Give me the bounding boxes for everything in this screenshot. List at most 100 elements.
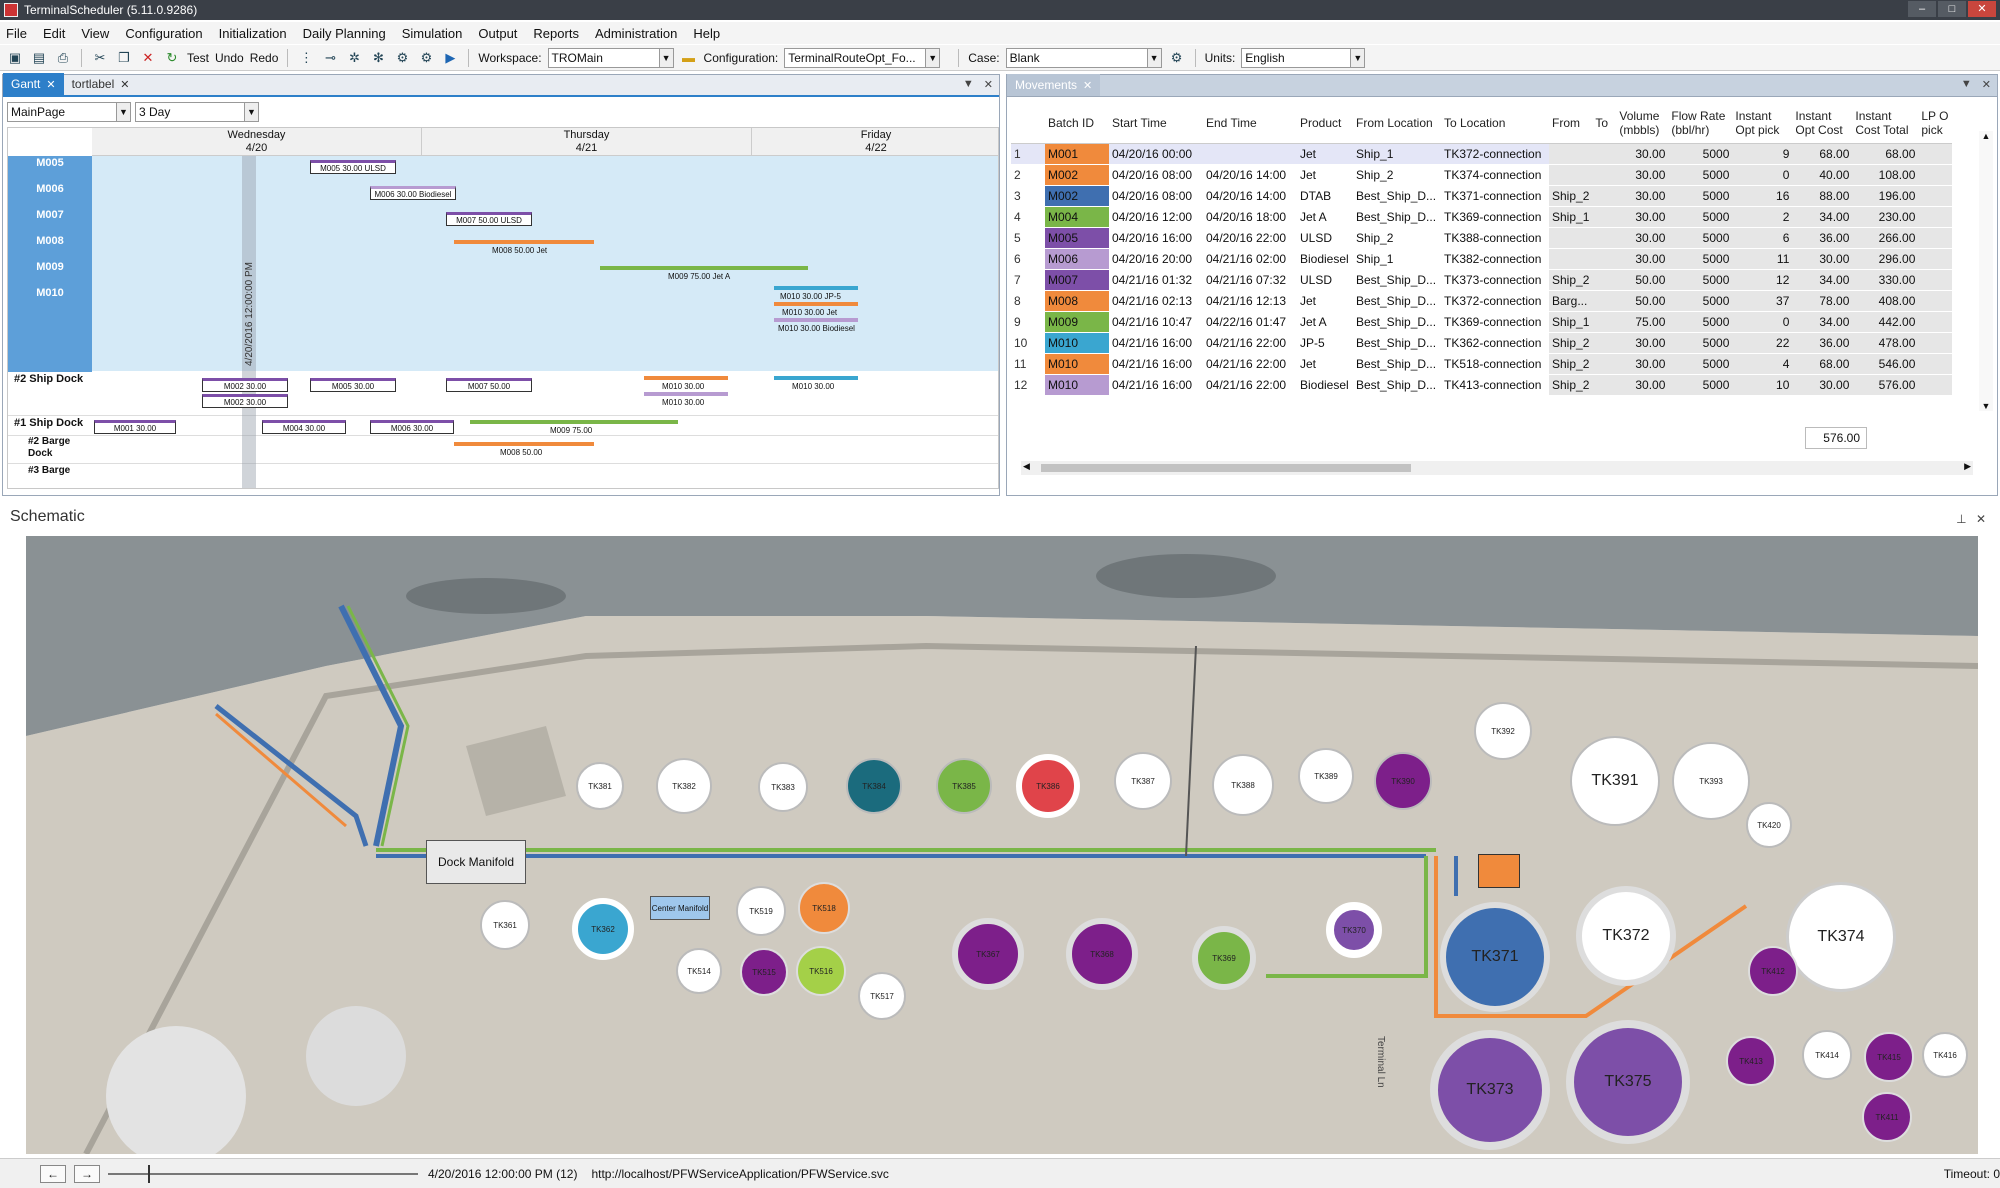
gantt-bar[interactable]: M002 30.00 (202, 394, 288, 408)
table-cell[interactable]: 37 (1732, 290, 1793, 312)
table-cell[interactable]: 266.00 (1852, 227, 1919, 249)
table-cell[interactable] (1918, 143, 1953, 165)
table-cell[interactable]: 04/20/16 16:00 (1109, 227, 1203, 249)
table-row[interactable]: 4 M004 04/20/16 12:00 04/20/16 18:00 Jet A Be… (1011, 206, 1953, 228)
chevron-left-icon[interactable]: ◀ (1023, 461, 1030, 472)
tank[interactable]: TK383 (758, 762, 808, 812)
copy-icon[interactable]: ❐ (115, 49, 133, 67)
table-cell[interactable]: Ship_2 (1549, 374, 1593, 396)
table-cell[interactable]: 50.00 (1616, 290, 1669, 312)
table-cell[interactable] (1918, 353, 1953, 375)
menu-configuration[interactable]: Configuration (125, 26, 202, 41)
redo-button[interactable]: Redo (250, 51, 279, 65)
row-label-m008[interactable]: M008 (8, 234, 92, 260)
row-label-m009[interactable]: M009 (8, 260, 92, 286)
menu-output[interactable]: Output (478, 26, 517, 41)
table-cell[interactable] (1592, 332, 1617, 354)
delete-icon[interactable]: ✕ (139, 49, 157, 67)
table-cell[interactable] (1918, 332, 1953, 354)
table-cell[interactable]: 04/21/16 22:00 (1203, 353, 1297, 375)
table-cell[interactable]: 04/20/16 20:00 (1109, 248, 1203, 270)
table-cell[interactable] (1549, 227, 1593, 249)
table-cell[interactable]: 6 (1732, 227, 1793, 249)
table-cell[interactable]: Best_Ship_D... (1353, 353, 1441, 375)
table-cell[interactable]: 330.00 (1852, 269, 1919, 291)
table-cell[interactable] (1592, 143, 1617, 165)
folder-icon[interactable]: ▬ (680, 49, 698, 67)
table-cell[interactable] (1592, 269, 1617, 291)
table-cell[interactable]: TK373-connection (1441, 269, 1549, 291)
tank[interactable]: TK519 (736, 886, 786, 936)
menu-view[interactable]: View (81, 26, 109, 41)
table-cell[interactable]: 546.00 (1852, 353, 1919, 375)
table-cell[interactable] (1918, 164, 1953, 186)
table-cell[interactable]: M004 (1045, 206, 1109, 228)
table-cell[interactable]: M002 (1045, 164, 1109, 186)
gantt-bar[interactable]: M006 30.00 Biodiesel (370, 186, 456, 200)
tank[interactable]: TK515 (740, 948, 788, 996)
table-cell[interactable]: Jet (1297, 353, 1353, 375)
table-cell[interactable]: DTAB (1297, 185, 1353, 207)
configuration-select[interactable]: TerminalRouteOpt_Fo... ▼ (784, 47, 941, 68)
table-cell[interactable]: 68.00 (1852, 143, 1919, 165)
link-icon[interactable]: ⊸ (321, 49, 339, 67)
gantt-line[interactable] (774, 376, 858, 380)
table-cell[interactable] (1918, 227, 1953, 249)
table-cell[interactable] (1592, 311, 1617, 333)
table-cell[interactable]: M009 (1045, 311, 1109, 333)
vertical-scrollbar[interactable]: ▲ ▼ (1979, 131, 1993, 411)
table-cell[interactable]: TK372-connection (1441, 143, 1549, 165)
table-row[interactable]: 10 M010 04/21/16 16:00 04/21/16 22:00 JP-5 Be… (1011, 332, 1953, 354)
row-label-m007[interactable]: M007 (8, 208, 92, 234)
table-cell[interactable]: 5000 (1668, 311, 1733, 333)
table-cell[interactable]: TK388-connection (1441, 227, 1549, 249)
gantt-bar[interactable]: M007 50.00 ULSD (446, 212, 532, 226)
table-cell[interactable]: 34.00 (1792, 269, 1853, 291)
table-cell[interactable] (1592, 206, 1617, 228)
chevron-right-icon[interactable]: ▶ (1964, 461, 1971, 472)
table-cell[interactable]: 10 (1011, 332, 1045, 354)
arrow-right-icon[interactable]: → (74, 1164, 100, 1183)
row-label-barge-dock-2[interactable]: #2 Barge Dock (8, 436, 92, 464)
table-cell[interactable]: 4 (1011, 206, 1045, 228)
table-cell[interactable] (1203, 143, 1297, 165)
table-cell[interactable]: 04/21/16 01:32 (1109, 269, 1203, 291)
table-cell[interactable]: 3 (1011, 185, 1045, 207)
close-icon[interactable]: ✕ (1982, 78, 1991, 91)
table-cell[interactable]: 10 (1732, 374, 1793, 396)
slider-handle[interactable] (148, 1164, 150, 1183)
table-cell[interactable]: TK374-connection (1441, 164, 1549, 186)
tank[interactable]: TK517 (858, 972, 906, 1020)
table-cell[interactable]: M008 (1045, 290, 1109, 312)
tank[interactable]: TK375 (1566, 1020, 1690, 1144)
table-cell[interactable]: 30.00 (1616, 353, 1669, 375)
table-cell[interactable]: 36.00 (1792, 227, 1853, 249)
gantt-bar[interactable]: M005 30.00 ULSD (310, 160, 396, 174)
table-cell[interactable]: 12 (1732, 269, 1793, 291)
table-cell[interactable]: 8 (1011, 290, 1045, 312)
tank[interactable]: TK413 (1726, 1036, 1776, 1086)
table-cell[interactable] (1918, 248, 1953, 270)
tank[interactable]: TK373 (1430, 1030, 1550, 1150)
table-row[interactable]: 11 M010 04/21/16 16:00 04/21/16 22:00 Jet Bes… (1011, 353, 1953, 375)
menu-reports[interactable]: Reports (533, 26, 579, 41)
column-header[interactable]: End Time (1203, 103, 1297, 144)
gantt-bar[interactable]: M002 30.00 (202, 378, 288, 392)
tank[interactable]: TK386 (1016, 754, 1080, 818)
table-cell[interactable] (1549, 164, 1593, 186)
tank[interactable]: TK362 (572, 898, 634, 960)
table-cell[interactable]: Ship_2 (1353, 227, 1441, 249)
table-cell[interactable]: Ship_2 (1549, 353, 1593, 375)
table-cell[interactable]: 5000 (1668, 185, 1733, 207)
tank[interactable]: TK392 (1474, 702, 1532, 760)
dropdown-icon[interactable]: ▼ (963, 78, 974, 91)
tab-gantt[interactable]: Gantt ✕ (3, 73, 64, 95)
table-cell[interactable]: Best_Ship_D... (1353, 206, 1441, 228)
table-cell[interactable]: Biodiesel (1297, 248, 1353, 270)
table-cell[interactable]: Ship_1 (1549, 311, 1593, 333)
table-cell[interactable]: 5 (1011, 227, 1045, 249)
tank[interactable]: TK370 (1326, 902, 1382, 958)
table-cell[interactable] (1592, 248, 1617, 270)
table-cell[interactable]: M005 (1045, 227, 1109, 249)
table-cell[interactable] (1592, 374, 1617, 396)
